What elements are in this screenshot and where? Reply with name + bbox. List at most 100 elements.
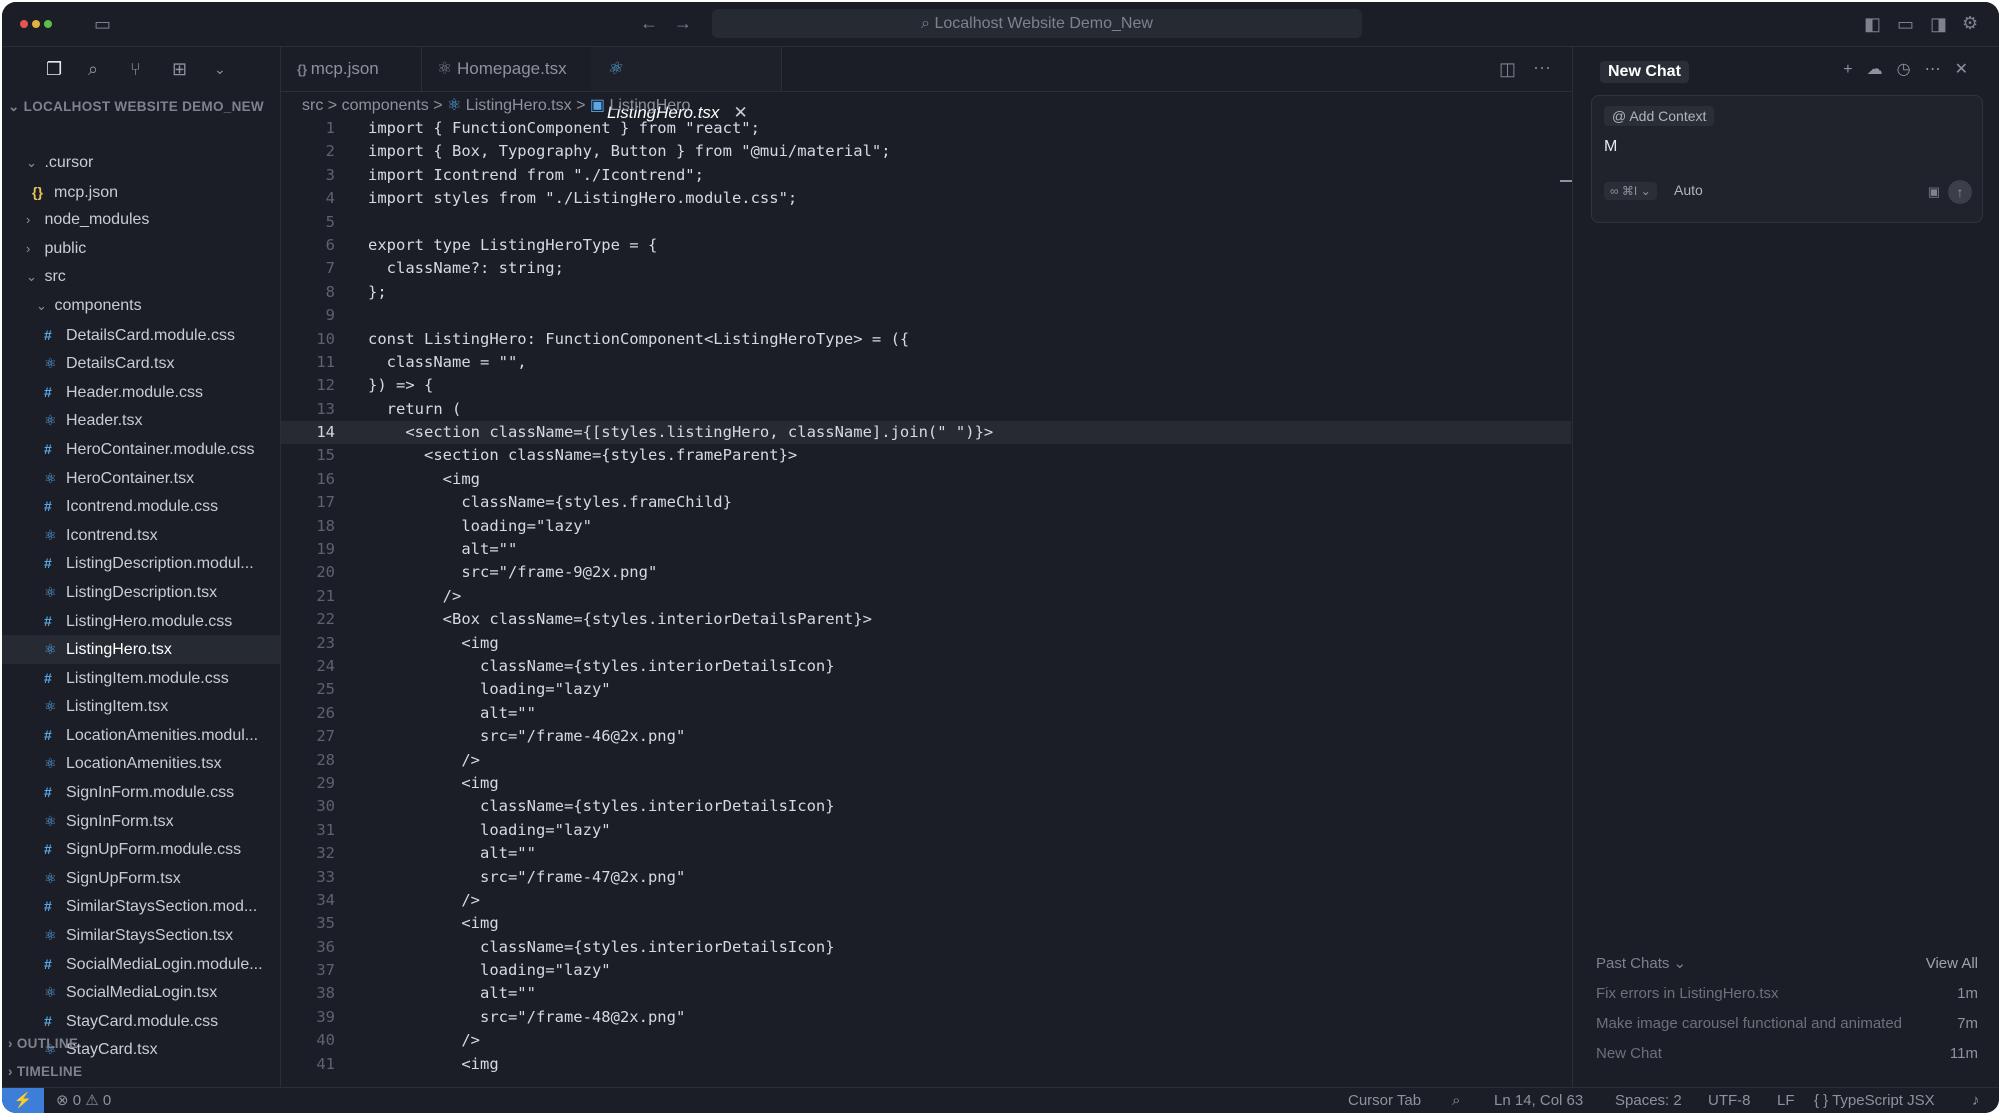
tree-item[interactable]: # LocationAmenities.modul...	[2, 721, 280, 750]
command-search-bar[interactable]: ⌕ Localhost Website Demo_New	[712, 9, 1362, 38]
tree-item[interactable]: ⚛ ListingDescription.tsx	[2, 578, 280, 607]
history-icon[interactable]: ◷	[1897, 61, 1925, 78]
add-context-button[interactable]: @ Add Context	[1604, 106, 1715, 126]
tree-item[interactable]: # SignUpForm.module.css	[2, 835, 280, 864]
close-icon[interactable]: ✕	[1955, 61, 1982, 78]
eol-status[interactable]: LF	[1777, 1088, 1795, 1113]
tree-item[interactable]: # SimilarStaysSection.mod...	[2, 892, 280, 921]
tree-item[interactable]: # ListingHero.module.css	[2, 607, 280, 636]
language-mode[interactable]: { } TypeScript JSX	[1814, 1088, 1935, 1113]
problems-indicator[interactable]: ⊗ 0 ⚠ 0	[56, 1088, 111, 1113]
react-file-icon: ⚛	[44, 984, 57, 1001]
workspace-root-header[interactable]: ⌄ LOCALHOST WEBSITE DEMO_NEW	[8, 99, 264, 115]
past-chats-toggle[interactable]: Past Chats ⌄	[1596, 955, 1686, 972]
breadcrumb-components[interactable]: components	[342, 97, 429, 114]
editor-tab[interactable]: ⚛ ListingHero.tsx ✕	[591, 47, 782, 122]
tree-item[interactable]: › node_modules	[2, 206, 280, 235]
past-chat-item[interactable]: New Chat 11m	[1596, 1039, 1978, 1069]
search-icon[interactable]: ⌕	[88, 59, 98, 80]
code-line: 10 const ListingHero: FunctionComponent<L…	[281, 328, 1571, 351]
tree-item[interactable]: ⚛ HeroContainer.tsx	[2, 464, 280, 493]
encoding-status[interactable]: UTF-8	[1708, 1088, 1751, 1113]
indentation-status[interactable]: Spaces: 2	[1615, 1088, 1682, 1113]
image-upload-icon[interactable]: ▣	[1928, 184, 1940, 200]
code-text: import Icontrend from "./Icontrend";	[368, 165, 704, 184]
tree-item[interactable]: # DetailsCard.module.css	[2, 321, 280, 350]
tree-item[interactable]: ⚛ SignUpForm.tsx	[2, 864, 280, 893]
tree-item[interactable]: ⚛ SocialMediaLogin.tsx	[2, 978, 280, 1007]
split-editor-icon[interactable]: ◫	[1499, 59, 1516, 79]
code-text: />	[368, 890, 480, 909]
toggle-primary-sidebar-icon[interactable]: ◧	[1864, 14, 1881, 34]
model-selector[interactable]: Auto	[1674, 182, 1703, 198]
tree-item[interactable]: {} mcp.json	[2, 178, 280, 207]
code-line: 31 loading="lazy"	[281, 819, 1571, 842]
search-bar-label: Localhost Website Demo_New	[934, 15, 1153, 32]
code-editor[interactable]: 1 import { FunctionComponent } from "reac…	[281, 117, 1571, 1076]
files-icon[interactable]: ❐	[46, 59, 62, 80]
cursor-tab-status[interactable]: Cursor Tab	[1348, 1088, 1421, 1113]
tree-item[interactable]: ⚛ ListingItem.tsx	[2, 692, 280, 721]
new-chat-plus-icon[interactable]: +	[1843, 61, 1866, 78]
toggle-sidebar-icon[interactable]: ▭	[94, 14, 111, 34]
forward-arrow-icon[interactable]: →	[674, 13, 692, 33]
tree-item[interactable]: # SocialMediaLogin.module...	[2, 950, 280, 979]
code-line: 8};	[281, 281, 1571, 304]
agent-mode-selector[interactable]: ∞ ⌘I ⌄	[1604, 182, 1657, 200]
remote-indicator-icon[interactable]: ⚡	[2, 1088, 44, 1113]
tree-item[interactable]: ⌄ .cursor	[2, 149, 280, 178]
tree-item[interactable]: ⚛ Icontrend.tsx	[2, 521, 280, 550]
tree-item[interactable]: # HeroContainer.module.css	[2, 435, 280, 464]
outline-section-header[interactable]: › OUTLINE	[8, 1036, 78, 1051]
tree-item[interactable]: ⚛ Header.tsx	[2, 406, 280, 435]
tree-item[interactable]: # StayCard.module.css	[2, 1007, 280, 1036]
css-file-icon: #	[44, 383, 52, 400]
close-window-button[interactable]	[20, 20, 28, 28]
tree-item[interactable]: ⚛ LocationAmenities.tsx	[2, 749, 280, 778]
source-control-icon[interactable]: ⑂	[130, 59, 141, 80]
breadcrumb-src[interactable]: src	[302, 97, 323, 114]
minimize-window-button[interactable]	[32, 20, 40, 28]
toggle-secondary-sidebar-icon[interactable]: ◨	[1930, 14, 1947, 34]
chat-title[interactable]: New Chat	[1600, 61, 1689, 83]
cursor-position[interactable]: Ln 14, Col 63	[1494, 1088, 1583, 1113]
breadcrumb-file[interactable]: ListingHero.tsx	[466, 97, 572, 114]
line-number: 4	[325, 189, 335, 208]
tree-item[interactable]: # ListingItem.module.css	[2, 664, 280, 693]
tree-item[interactable]: ⚛ DetailsCard.tsx	[2, 349, 280, 378]
timeline-section-header[interactable]: › TIMELINE	[8, 1064, 82, 1079]
past-chat-item[interactable]: Fix errors in ListingHero.tsx 1m	[1596, 979, 1978, 1009]
editor-tab[interactable]: ⚛ Homepage.tsx	[421, 47, 592, 91]
editor-tab[interactable]: {} mcp.json	[281, 47, 422, 91]
past-chat-item[interactable]: Make image carousel functional and anima…	[1596, 1009, 1978, 1039]
tree-item[interactable]: › public	[2, 235, 280, 264]
zoom-window-button[interactable]	[44, 20, 52, 28]
symbol-icon: ▣	[589, 97, 605, 114]
chat-input[interactable]: M	[1604, 138, 1617, 156]
more-actions-icon[interactable]: ···	[1533, 57, 1551, 77]
tree-item[interactable]: ⚛ SignInForm.tsx	[2, 807, 280, 836]
chevron-down-icon[interactable]: ⌄	[214, 61, 226, 78]
tree-item[interactable]: # Icontrend.module.css	[2, 492, 280, 521]
tree-item[interactable]: # Header.module.css	[2, 378, 280, 407]
back-arrow-icon[interactable]: ←	[640, 13, 658, 33]
send-button[interactable]: ↑	[1948, 180, 1972, 204]
more-icon[interactable]: ⋯	[1925, 61, 1955, 78]
tree-item[interactable]: ⚛ SimilarStaysSection.tsx	[2, 921, 280, 950]
tree-item[interactable]: ⌄ components	[2, 292, 280, 321]
css-file-icon: #	[44, 555, 52, 572]
tree-item[interactable]: # SignInForm.module.css	[2, 778, 280, 807]
settings-gear-icon[interactable]: ⚙	[1962, 13, 1978, 33]
extensions-icon[interactable]: ⊞	[172, 59, 187, 80]
react-file-icon: ⚛	[44, 526, 57, 543]
tree-item[interactable]: # ListingDescription.modul...	[2, 549, 280, 578]
toggle-panel-icon[interactable]: ▭	[1897, 14, 1914, 34]
view-all-link[interactable]: View All	[1926, 949, 1978, 979]
tree-item[interactable]: ⌄ src	[2, 263, 280, 292]
breadcrumb-symbol[interactable]: ListingHero	[609, 97, 690, 114]
zoom-icon[interactable]: ⌕	[1452, 1088, 1460, 1113]
notifications-bell-icon[interactable]: ♪	[1972, 1088, 1980, 1113]
cloud-icon[interactable]: ☁	[1867, 61, 1897, 78]
tree-item[interactable]: ⚛ ListingHero.tsx	[2, 635, 280, 664]
line-number: 25	[316, 680, 335, 699]
